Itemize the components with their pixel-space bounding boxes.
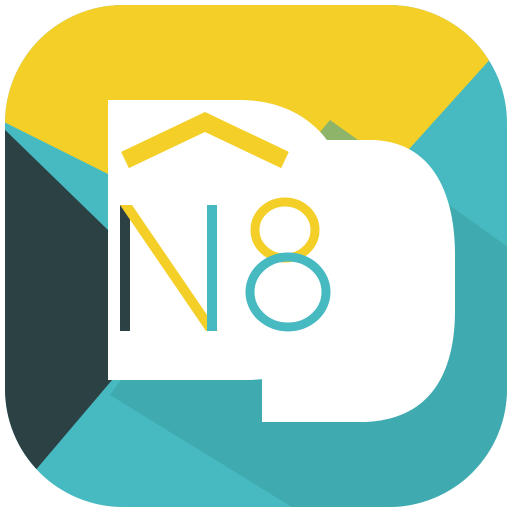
app-icon-canvas (0, 0, 512, 512)
n8d-logo-icon (5, 5, 507, 507)
